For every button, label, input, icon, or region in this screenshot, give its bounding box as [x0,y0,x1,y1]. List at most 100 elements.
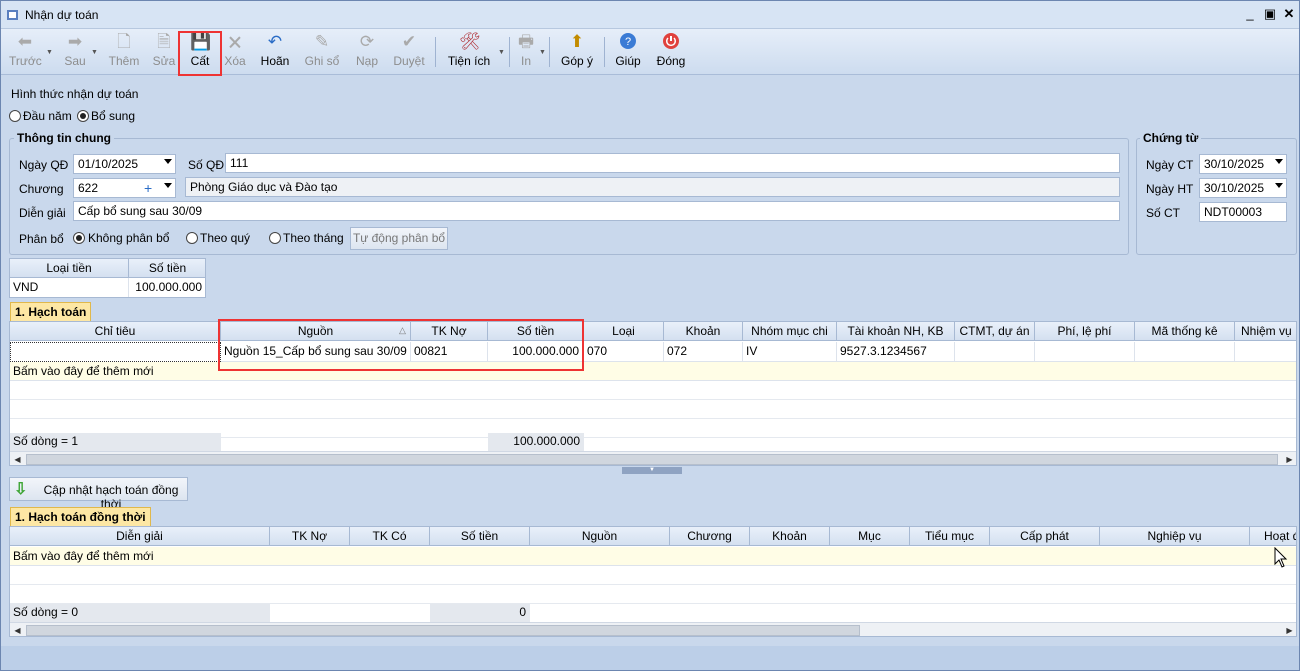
col-hoat-dong[interactable]: Hoạt đ [1250,527,1296,546]
cell-ma-thong-ke[interactable] [1135,342,1235,362]
currency-header-amount: Số tiền [129,259,205,278]
arrow-left-icon: ⬅ [17,32,33,51]
cell-khoan[interactable]: 072 [664,342,743,362]
cell-loai[interactable]: 070 [584,342,664,362]
ngay-ht-field[interactable]: 30/10/2025 [1199,178,1287,198]
col-loai[interactable]: Loại [584,322,664,341]
post-button[interactable]: ✎ Ghi sổ [303,32,341,72]
mode-start-year-radio[interactable] [9,110,21,122]
empty-row[interactable] [10,566,1296,585]
tab-concurrent[interactable]: 1. Hạch toán đồng thời [10,507,151,527]
cell-chi-tieu[interactable] [10,342,221,362]
mode-supplement-label: Bổ sung [91,109,136,123]
accounting-hscrollbar[interactable]: ◀ ▶ [10,451,1296,465]
empty-row[interactable] [10,585,1296,604]
dropdown-arrow-icon[interactable] [1275,159,1283,164]
mode-supplement-radio[interactable] [77,110,89,122]
scroll-right-icon[interactable]: ▶ [1283,453,1296,465]
currency-cell-amount[interactable]: 100.000.000 [129,278,205,297]
prev-dropdown-icon[interactable]: ▼ [46,49,53,56]
col-nghiep-vu[interactable]: Nghiệp vụ [1100,527,1250,546]
update-concurrent-button[interactable]: ⇩ Cập nhật hạch toán đồng thời [9,477,188,511]
ngay-ct-label: Ngày CT [1146,158,1194,172]
delete-button[interactable]: 🗙 Xóa [223,32,247,72]
phan-bo-month-radio[interactable] [269,232,281,244]
minimize-icon[interactable]: _ [1243,7,1257,21]
concurrent-hscrollbar[interactable]: ◀ ▶ [10,622,1296,636]
utilities-button[interactable]: 🛠 Tiện ích [445,32,493,72]
phan-bo-quarter-radio[interactable] [186,232,198,244]
scroll-right-icon[interactable]: ▶ [1283,624,1296,636]
col-chuong[interactable]: Chương [670,527,750,546]
col-cap-phat[interactable]: Cấp phát [990,527,1100,546]
undo-button[interactable]: ↶ Hoãn [259,32,291,72]
dropdown-arrow-icon[interactable] [164,183,172,188]
next-button[interactable]: ➡ Sau [61,32,89,72]
dropdown-arrow-icon[interactable] [164,159,172,164]
add-new-row[interactable]: Bấm vào đây để thêm mới [10,362,1296,381]
auto-allocate-button[interactable]: Tự động phân bổ [350,227,448,250]
help-button[interactable]: ? Giúp [613,32,643,72]
so-qd-field[interactable]: 111 [225,153,1120,173]
col-tk-no[interactable]: TK Nợ [270,527,350,546]
approve-button[interactable]: ✔ Duyệt [392,32,426,72]
col-tai-khoan-nh-kb[interactable]: Tài khoản NH, KB [837,322,955,341]
col-ctmt-du-an[interactable]: CTMT, dự án [955,322,1035,341]
add-plus-icon[interactable]: + [144,179,152,197]
col-nguon[interactable]: Nguồn [530,527,670,546]
print-dropdown-icon[interactable]: ▼ [539,49,546,56]
splitter-handle[interactable]: ▼ [622,467,682,474]
cell-nhom-muc-chi[interactable]: IV [743,342,837,362]
next-dropdown-icon[interactable]: ▼ [91,49,98,56]
col-tieu-muc[interactable]: Tiểu mục [910,527,990,546]
cell-ctmt-du-an[interactable] [955,342,1035,362]
cell-nhiem-vu[interactable] [1235,342,1296,362]
dien-giai-field[interactable]: Cấp bổ sung sau 30/09 [73,201,1120,221]
tab-accounting[interactable]: 1. Hạch toán [10,302,92,322]
cell-phi-le-phi[interactable] [1035,342,1135,362]
ngay-ct-field[interactable]: 30/10/2025 [1199,154,1287,174]
accounting-grid: Chỉ tiêu Nguồn △ TK Nợ Số tiền Loại Khoả… [9,321,1297,466]
toolbar-separator [509,37,510,67]
col-chi-tieu[interactable]: Chỉ tiêu [10,322,221,341]
col-muc[interactable]: Mục [830,527,910,546]
print-button[interactable]: 🖶 In [515,32,537,72]
scroll-left-icon[interactable]: ◀ [11,453,24,465]
chuong-field[interactable]: 622 + [73,178,176,198]
delete-document-icon: 🗙 [228,32,242,51]
col-khoan[interactable]: Khoản [664,322,743,341]
cell-tai-khoan-nh-kb[interactable]: 9527.3.1234567 [837,342,955,362]
scroll-left-icon[interactable]: ◀ [11,624,24,636]
col-khoan[interactable]: Khoản [750,527,830,546]
add-new-row[interactable]: Bấm vào đây để thêm mới [10,547,1296,566]
ngay-qd-field[interactable]: 01/10/2025 [73,154,176,174]
add-button[interactable]: 🗋 Thêm [107,32,141,72]
col-so-tien[interactable]: Số tiền [430,527,530,546]
feedback-button[interactable]: ⬆ Góp ý [559,32,595,72]
maximize-icon[interactable]: ▣ [1263,7,1277,21]
prev-button[interactable]: ⬅ Trước [9,32,42,72]
close-window-icon[interactable]: ✕ [1282,7,1296,21]
col-tk-co[interactable]: TK Có [350,527,430,546]
col-phi-le-phi[interactable]: Phí, lệ phí [1035,322,1135,341]
col-ma-thong-ke[interactable]: Mã thống kê [1135,322,1235,341]
col-dien-giai[interactable]: Diễn giải [10,527,270,546]
close-button[interactable]: Đóng [654,32,688,72]
ngay-qd-label: Ngày QĐ [19,158,69,172]
dien-giai-label: Diễn giải [19,206,66,220]
scroll-thumb[interactable] [26,625,860,636]
refresh-icon: ⟳ [359,32,375,51]
so-ct-field[interactable]: NDT00003 [1199,202,1287,222]
reload-button[interactable]: ⟳ Nạp [353,32,381,72]
empty-row[interactable] [10,381,1296,400]
currency-cell-type[interactable]: VND [10,278,129,297]
col-nhom-muc-chi[interactable]: Nhóm mục chi [743,322,837,341]
scroll-thumb[interactable] [26,454,1278,465]
edit-button[interactable]: 🗎 Sửa [151,32,177,72]
phan-bo-none-radio[interactable] [73,232,85,244]
empty-row[interactable] [10,400,1296,419]
dropdown-arrow-icon[interactable] [1275,183,1283,188]
col-nhiem-vu[interactable]: Nhiệm vụ [1235,322,1296,341]
utilities-dropdown-icon[interactable]: ▼ [498,49,505,56]
tools-icon: 🛠 [459,32,481,51]
